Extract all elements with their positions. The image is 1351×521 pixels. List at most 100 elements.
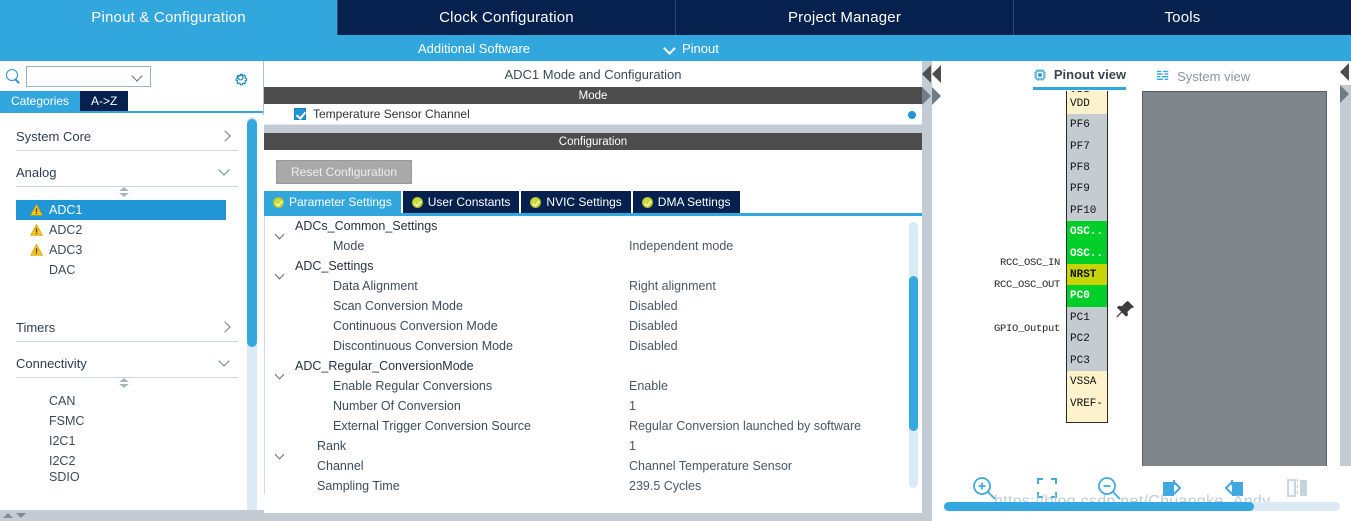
param-value: Disabled	[629, 319, 678, 333]
pin-vdd[interactable]: VDD	[1066, 92, 1108, 116]
pin-pf8[interactable]: PF8	[1066, 157, 1108, 181]
param-name: Mode	[333, 239, 365, 253]
tab-system-view[interactable]: System view	[1156, 62, 1250, 90]
tree-group-analog[interactable]: Analog	[16, 158, 238, 187]
reset-configuration-button[interactable]: Reset Configuration	[276, 160, 413, 184]
pin-label: OSC..	[1070, 247, 1104, 260]
tab-parameter-settings[interactable]: Parameter Settings	[264, 191, 401, 213]
menu-additional-software[interactable]: Additional Software	[418, 41, 530, 56]
left-collapse-controls[interactable]	[932, 61, 943, 181]
ip-item-i2c1[interactable]: I2C1	[0, 431, 248, 451]
right-collapse-controls[interactable]	[1340, 61, 1351, 181]
check-circle-icon	[641, 196, 653, 208]
tab-a-to-z[interactable]: A->Z	[80, 91, 129, 111]
param-row[interactable]: Number Of Conversion 1	[265, 396, 922, 416]
panel-title: ADC1 Mode and Configuration	[264, 61, 922, 87]
scroll-spinner-analog[interactable]	[0, 187, 248, 200]
pin-pc1[interactable]: PC1	[1066, 306, 1108, 330]
pin-clipped[interactable]	[1066, 413, 1108, 423]
pin-pf9[interactable]: PF9	[1066, 178, 1108, 202]
pin-vref-minus[interactable]: VREF-	[1066, 392, 1108, 416]
tab-nvic-settings[interactable]: NVIC Settings	[521, 191, 631, 213]
signal-label-rcc-osc-in: RCC_OSC_IN	[999, 257, 1060, 269]
ip-label: SDIO	[49, 471, 80, 483]
scroll-up-icon[interactable]	[3, 513, 13, 518]
warning-icon	[30, 204, 43, 216]
pin-pc2[interactable]: PC2	[1066, 328, 1108, 352]
scroll-down-icon[interactable]	[16, 513, 26, 518]
param-row[interactable]: ADCs_Common_Settings	[265, 216, 922, 236]
pinout-horizontal-scrollbar[interactable]	[944, 502, 1340, 511]
ip-item-adc1[interactable]: ADC1	[16, 200, 226, 220]
pin-osc-in[interactable]: OSC..	[1066, 221, 1108, 245]
gear-icon[interactable]	[232, 69, 249, 86]
pin-pc0[interactable]: PC0	[1066, 285, 1108, 309]
tab-pinout-view[interactable]: Pinout view	[1032, 62, 1127, 90]
tab-categories[interactable]: Categories	[0, 91, 81, 111]
ip-item-adc2[interactable]: ADC2	[0, 220, 248, 240]
chevron-down-icon[interactable]	[133, 72, 143, 82]
ip-item-can[interactable]: CAN	[0, 391, 248, 411]
scrollbar-thumb[interactable]	[909, 276, 918, 431]
tab-tools[interactable]: Tools	[1014, 0, 1351, 35]
flip-icon[interactable]	[1283, 474, 1313, 504]
param-row[interactable]: Data Alignment Right alignment	[265, 276, 922, 296]
collapse-left-icon[interactable]	[922, 65, 931, 83]
tab-project-manager[interactable]: Project Manager	[676, 0, 1014, 35]
menu-pinout[interactable]: Pinout	[664, 41, 719, 56]
tab-clock-configuration[interactable]: Clock Configuration	[338, 0, 676, 35]
param-row[interactable]: Channel Channel Temperature Sensor	[265, 456, 922, 476]
ip-item-sdio[interactable]: SDIO	[0, 471, 248, 483]
param-row[interactable]: Mode Independent mode	[265, 236, 922, 256]
mode-temperature-sensor-row[interactable]: Temperature Sensor Channel	[264, 104, 922, 125]
chevron-down-icon	[218, 165, 232, 179]
pin-pc3[interactable]: PC3	[1066, 349, 1108, 373]
ip-item-adc3[interactable]: ADC3	[0, 240, 248, 260]
scrollbar-thumb[interactable]	[944, 502, 1254, 511]
ip-item-fsmc[interactable]: FSMC	[0, 411, 248, 431]
tree-group-connectivity[interactable]: Connectivity	[16, 349, 238, 378]
tab-dma-settings[interactable]: DMA Settings	[632, 191, 740, 213]
pin-pf10[interactable]: PF10	[1066, 199, 1108, 223]
panel-collapse-controls[interactable]	[922, 61, 932, 181]
pin-label: PF10	[1070, 204, 1097, 217]
left-panel-scrollbar[interactable]	[247, 117, 257, 517]
collapse-left-icon[interactable]	[932, 65, 941, 83]
search-combo[interactable]	[26, 65, 151, 87]
temperature-sensor-checkbox[interactable]	[294, 108, 306, 120]
check-circle-icon	[530, 196, 542, 208]
collapse-left-icon-2[interactable]	[1340, 63, 1349, 81]
param-row[interactable]: ADC_Regular_ConversionMode	[265, 356, 922, 376]
param-row[interactable]: Discontinuous Conversion Mode Disabled	[265, 336, 922, 356]
param-row[interactable]: Rank 1	[265, 436, 922, 456]
tab-user-constants[interactable]: User Constants	[402, 191, 520, 213]
ip-item-dac[interactable]: DAC	[0, 260, 248, 280]
param-row[interactable]: Scan Conversion Mode Disabled	[265, 296, 922, 316]
expand-right-icon[interactable]	[922, 87, 931, 105]
scrollbar-thumb[interactable]	[247, 119, 257, 347]
param-row[interactable]: Sampling Time 239.5 Cycles	[265, 476, 922, 494]
param-row[interactable]: External Trigger Conversion Source Regul…	[265, 416, 922, 436]
tab-pinout-configuration[interactable]: Pinout & Configuration	[0, 0, 338, 35]
pin-vssa[interactable]: VSSA	[1066, 371, 1108, 395]
tree-group-system-core[interactable]: System Core	[16, 122, 238, 151]
ip-item-i2c2[interactable]: I2C2	[0, 451, 248, 471]
param-row[interactable]: Continuous Conversion Mode Disabled	[265, 316, 922, 336]
chip-diagram[interactable]: VSS VDD PF6 PF7 PF8 PF9 PF10 OSC.. OSC..…	[932, 91, 1351, 486]
param-value: Disabled	[629, 299, 678, 313]
param-row[interactable]: ADC_Settings	[265, 256, 922, 276]
scroll-spinner-connectivity[interactable]	[0, 378, 248, 391]
parameter-scrollbar[interactable]	[909, 222, 918, 488]
expand-right-icon-2[interactable]	[1340, 85, 1349, 103]
tree-scroll-buttons[interactable]	[0, 510, 264, 521]
pin-pf7[interactable]: PF7	[1066, 135, 1108, 159]
expand-right-icon[interactable]	[932, 87, 941, 105]
param-row[interactable]: Enable Regular Conversions Enable	[265, 376, 922, 396]
tree-group-timers[interactable]: Timers	[16, 313, 238, 342]
search-input[interactable]	[27, 66, 127, 86]
pin-osc-out[interactable]: OSC..	[1066, 242, 1108, 266]
pin-pf6[interactable]: PF6	[1066, 114, 1108, 138]
pin-nrst[interactable]: NRST	[1066, 264, 1108, 288]
main-tab-bar: Pinout & Configuration Clock Configurati…	[0, 0, 1351, 35]
